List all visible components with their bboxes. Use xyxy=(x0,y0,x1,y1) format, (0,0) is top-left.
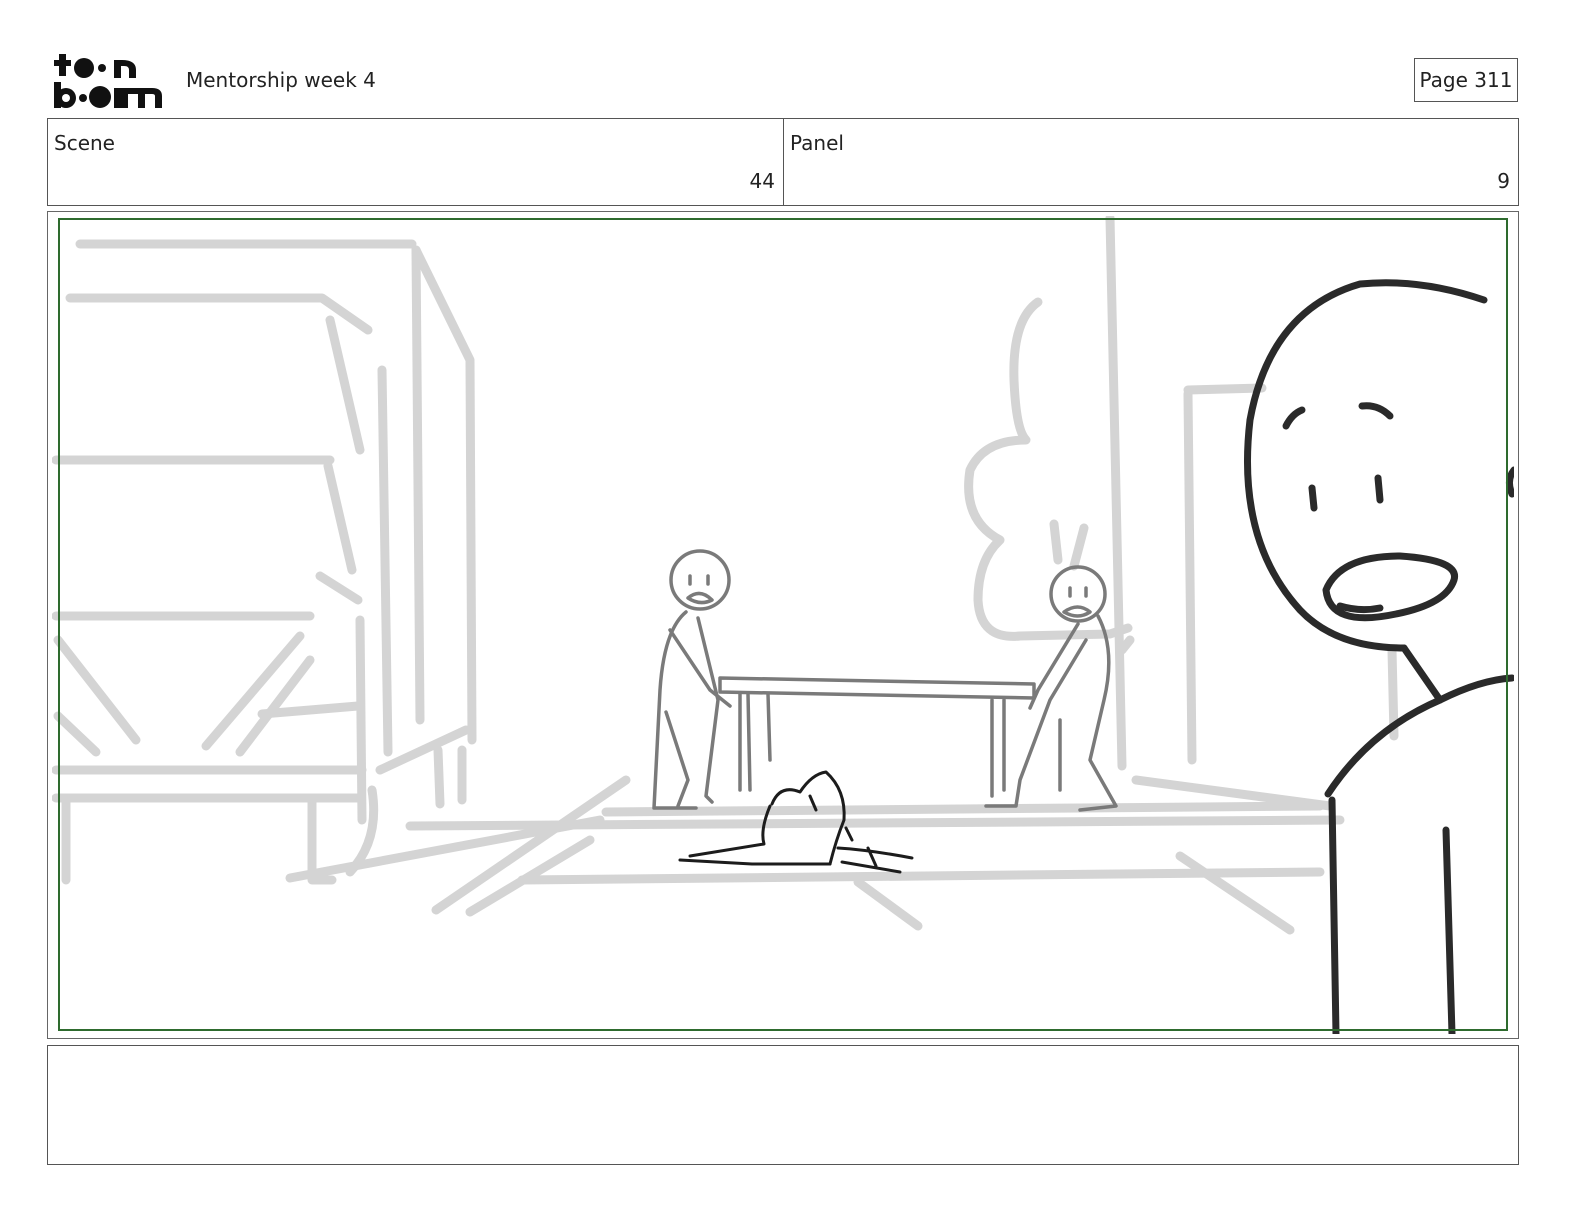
toon-boom-logo xyxy=(54,54,162,108)
foreground-character xyxy=(1244,279,1514,1034)
page-number: Page 311 xyxy=(1414,58,1518,102)
panel-cell: Panel 9 xyxy=(783,119,1518,205)
panel-number: 9 xyxy=(1497,169,1510,193)
document-title: Mentorship week 4 xyxy=(186,68,376,92)
midground-figures-with-table xyxy=(652,549,1118,812)
scene-label: Scene xyxy=(54,131,115,155)
storyboard-sketch xyxy=(52,216,1514,1034)
panel-label: Panel xyxy=(790,131,844,155)
scene-number: 44 xyxy=(749,169,775,193)
panel-notes[interactable] xyxy=(47,1045,1519,1165)
scene-panel-info: Scene 44 Panel 9 xyxy=(47,118,1519,206)
scene-cell: Scene 44 xyxy=(48,119,783,205)
background-sketch xyxy=(52,216,1399,935)
